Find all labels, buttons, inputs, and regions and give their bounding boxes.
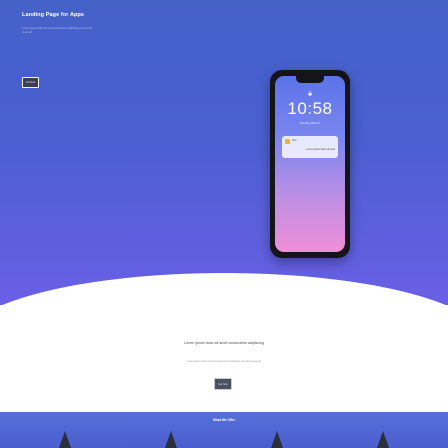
feature-icon	[271, 431, 283, 448]
section-subtitle: Lorem ipsum dolor sit amet consectetur a…	[186, 360, 262, 363]
features-section: What We Offer	[0, 412, 448, 448]
phone-notch	[296, 76, 324, 83]
feature-icon	[377, 431, 389, 448]
section-get-button[interactable]: Get Now	[214, 378, 232, 390]
hero-section: Landing Page for Apps Lorem ipsum dolor …	[0, 0, 448, 305]
hero-subtitle: Lorem ipsum dolor sit amet consectetur a…	[22, 27, 93, 34]
hero-get-button[interactable]: Get Now	[22, 77, 39, 88]
feature-icon	[59, 431, 71, 448]
app-icon	[285, 139, 290, 144]
notification-text: Lorem ipsum dolor sit amet	[306, 148, 335, 151]
hero-title: Landing Page for Apps	[22, 12, 85, 18]
phone-screen: 10:58 Monday, March 5 Mail Lorem ipsum d…	[275, 76, 345, 252]
features-title: What We Offer	[213, 418, 235, 422]
notification-app: Mail	[292, 139, 297, 142]
section-title: Lorem ipsum dolor sit amet consectetur a…	[184, 341, 264, 345]
lock-icon	[308, 91, 312, 96]
notification-card[interactable]: Mail Lorem ipsum dolor sit amet	[282, 136, 338, 158]
feature-icon	[165, 431, 177, 448]
lock-screen-date: Monday, March 5	[300, 122, 320, 125]
phone-mockup: 10:58 Monday, March 5 Mail Lorem ipsum d…	[270, 70, 350, 258]
lock-screen-time: 10:58	[287, 99, 333, 118]
